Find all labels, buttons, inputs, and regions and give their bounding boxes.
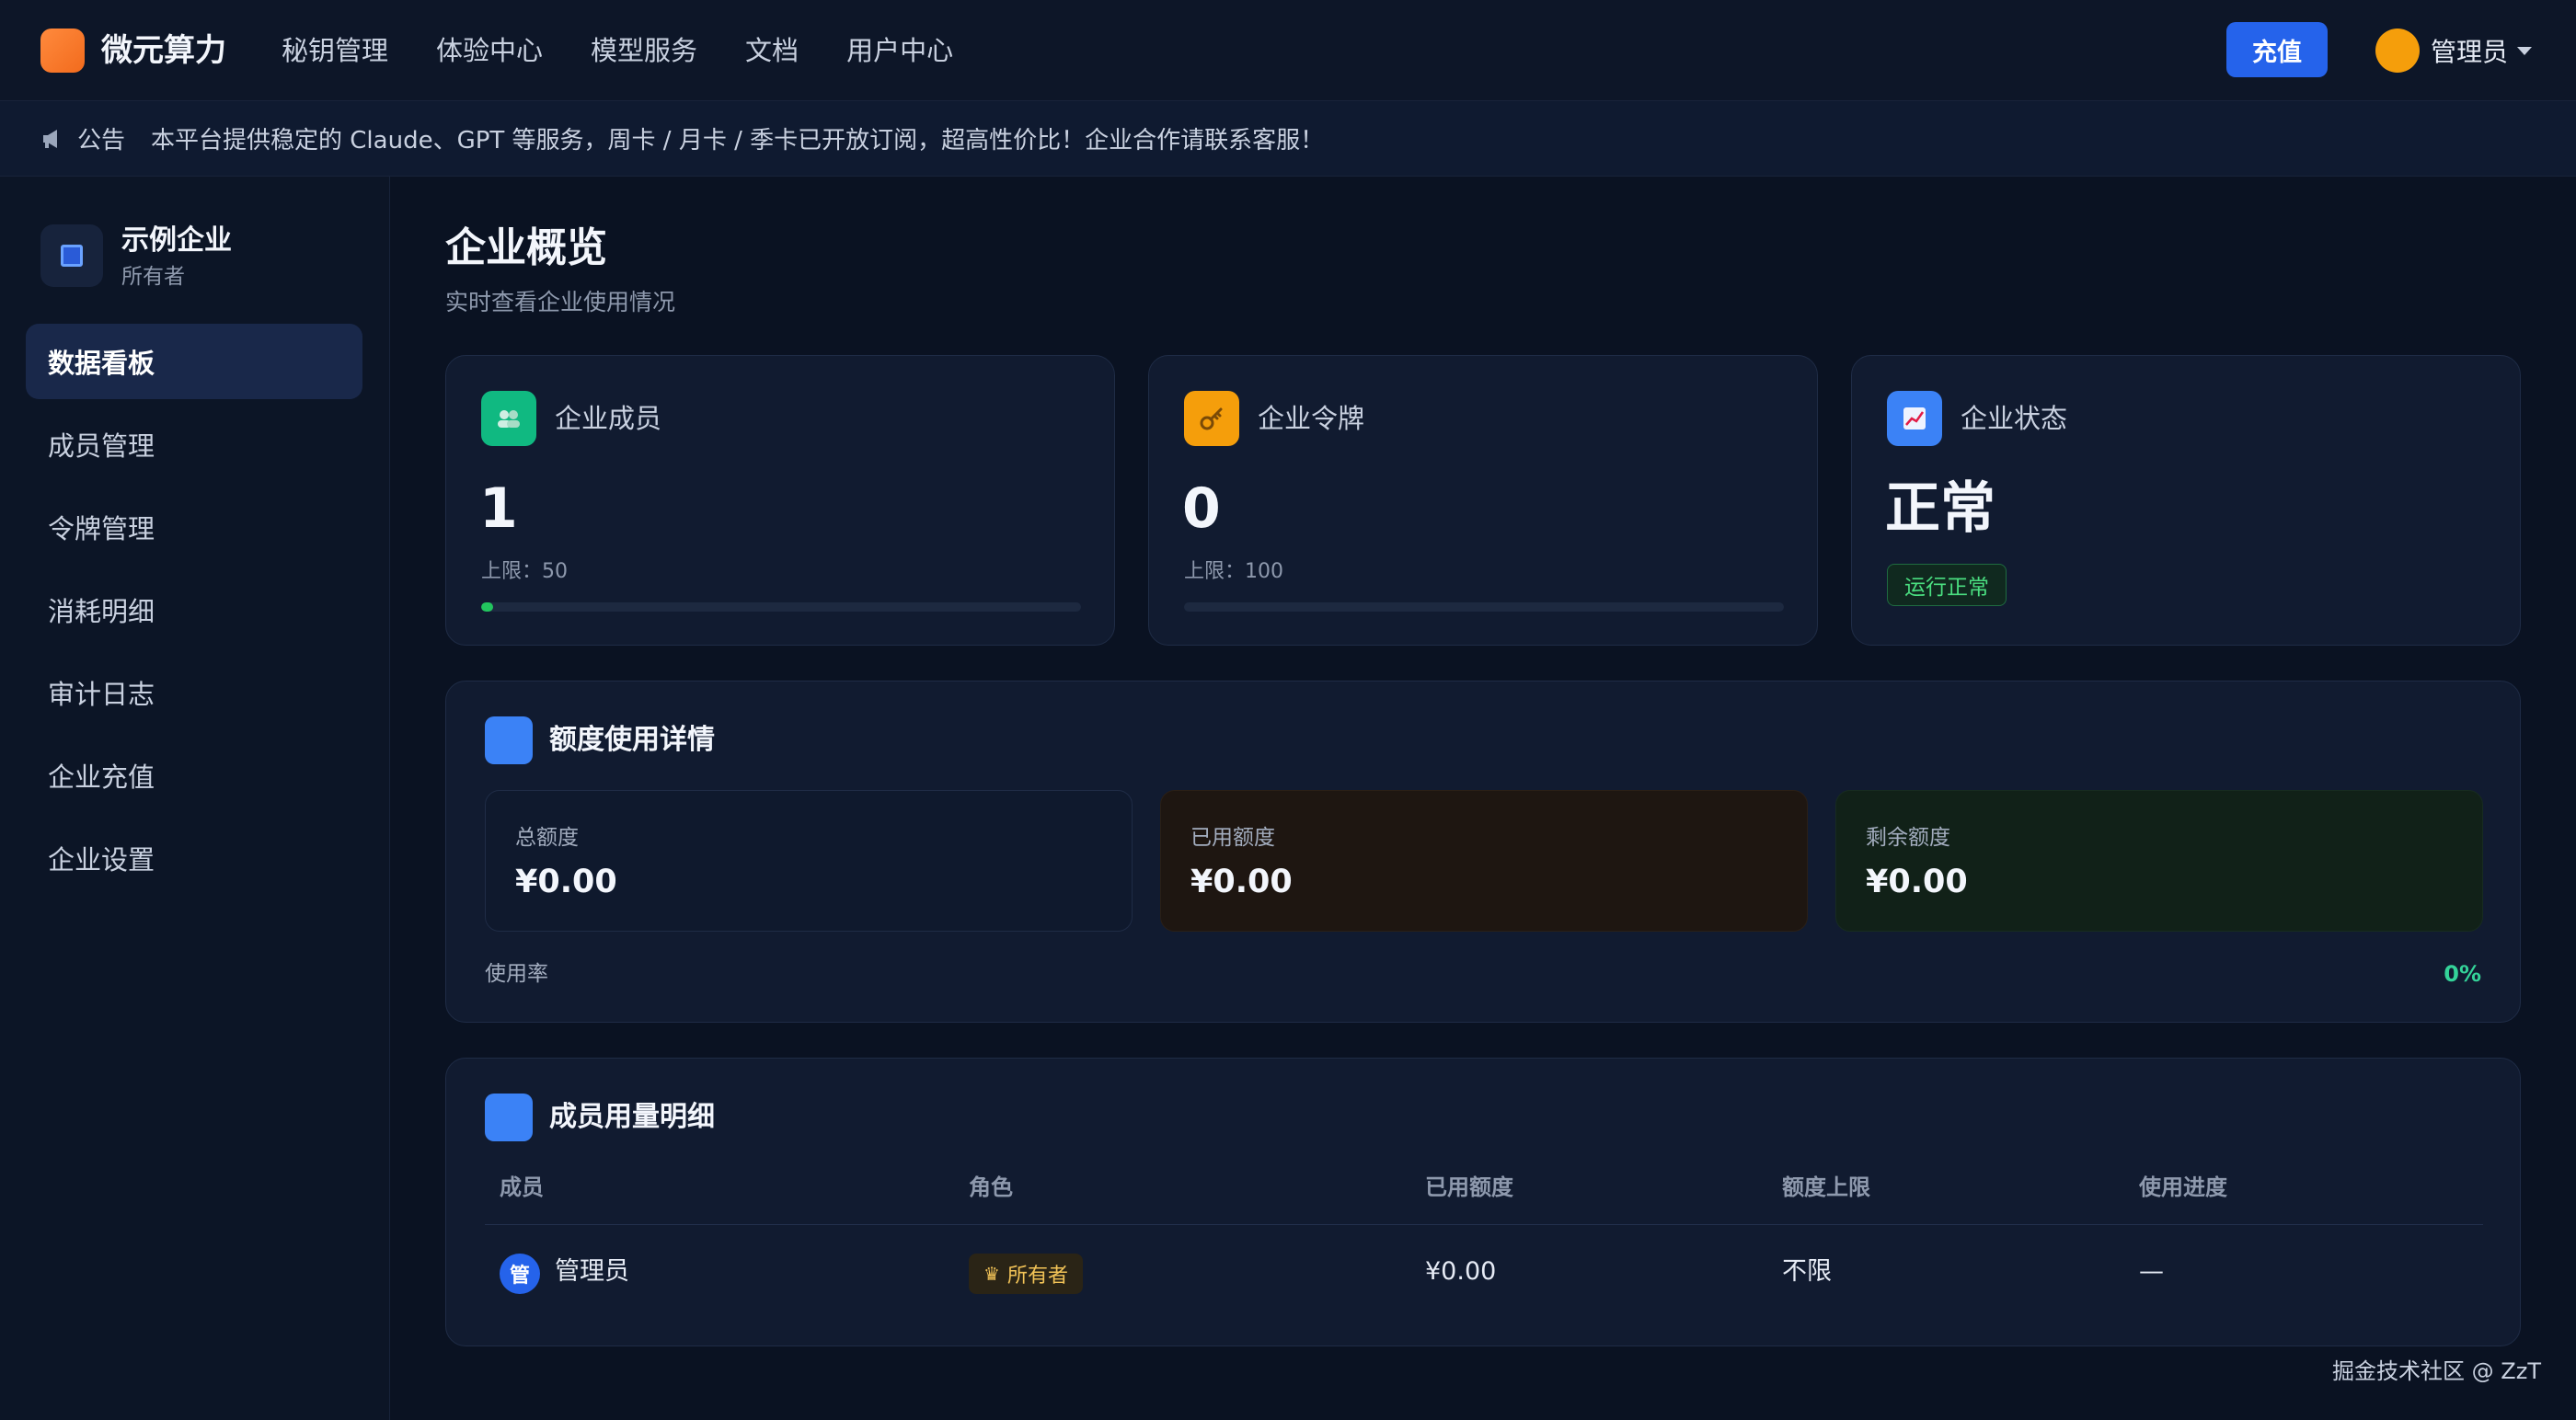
column-header-used: 已用额度 — [1425, 1174, 1513, 1200]
sidebar-menu: 数据看板 成员管理 令牌管理 消耗明细 审计日志 企业充值 企业设置 — [26, 324, 362, 903]
role-badge: ♛ 所有者 — [969, 1254, 1083, 1294]
member-usage-progress: — — [2139, 1257, 2164, 1286]
total-quota-value: ¥0.00 — [515, 864, 617, 900]
total-quota-box: 总额度 ¥0.00 — [485, 790, 1133, 932]
organization-icon — [40, 224, 103, 287]
page-subtitle: 实时查看企业使用情况 — [445, 289, 676, 315]
recharge-button[interactable]: 充值 — [2226, 22, 2328, 77]
sidebar-item-dashboard[interactable]: 数据看板 — [26, 324, 362, 399]
column-header-member: 成员 — [500, 1174, 544, 1200]
used-quota-box: 已用额度 ¥0.00 — [1160, 790, 1808, 932]
top-navbar: 微元算力 秘钥管理 体验中心 模型服务 文档 用户中心 充值 管理员 — [0, 0, 2576, 101]
tokens-count: 0 — [1182, 476, 1221, 541]
nav-item-docs[interactable]: 文档 — [745, 28, 799, 74]
sidebar: 示例企业 所有者 数据看板 成员管理 令牌管理 消耗明细 审计日志 企业充值 企… — [0, 177, 390, 1420]
remaining-quota-box: 剩余额度 ¥0.00 — [1835, 790, 2483, 932]
member-name: 管理员 — [555, 1257, 629, 1286]
user-menu[interactable]: 管理员 — [2375, 28, 2533, 74]
sidebar-item-members[interactable]: 成员管理 — [26, 407, 362, 482]
used-quota-label: 已用额度 — [1190, 826, 1275, 850]
status-card: 企业状态 正常 运行正常 — [1851, 355, 2521, 646]
member-usage-panel: 成员用量明细 成员 角色 已用额度 额度上限 使用进度 管 管理员 ♛ 所有者 … — [445, 1058, 2521, 1346]
column-header-role: 角色 — [969, 1174, 1013, 1200]
member-avatar: 管 — [500, 1254, 540, 1294]
announcement-bar: 公告 本平台提供稳定的 Claude、GPT 等服务，周卡 / 月卡 / 季卡已… — [0, 101, 2576, 177]
nav-item-models[interactable]: 模型服务 — [591, 28, 697, 74]
member-quota-limit: 不限 — [1782, 1257, 1832, 1286]
nav-item-playground[interactable]: 体验中心 — [436, 28, 543, 74]
chart-icon — [1887, 391, 1942, 446]
sidebar-item-consumption[interactable]: 消耗明细 — [26, 572, 362, 647]
announcement-text: 本平台提供稳定的 Claude、GPT 等服务，周卡 / 月卡 / 季卡已开放订… — [151, 127, 1325, 155]
members-limit: 上限：50 — [481, 560, 568, 583]
tokens-limit: 上限：100 — [1184, 560, 1283, 583]
sidebar-item-audit-log[interactable]: 审计日志 — [26, 655, 362, 730]
remaining-quota-value: ¥0.00 — [1866, 864, 1968, 900]
tokens-label: 企业令牌 — [1258, 403, 1365, 434]
member-used-quota: ¥0.00 — [1425, 1257, 1497, 1286]
organization-name: 示例企业 — [121, 224, 232, 257]
status-label: 企业状态 — [1961, 403, 2068, 434]
usage-rate-value: 0% — [2444, 961, 2481, 987]
users-icon — [481, 391, 536, 446]
remaining-quota-label: 剩余额度 — [1866, 826, 1950, 850]
tokens-card: 企业令牌 0 上限：100 — [1148, 355, 1818, 646]
avatar — [2375, 29, 2420, 73]
status-value: 正常 — [1885, 476, 1995, 541]
page-title: 企业概览 — [445, 224, 607, 271]
members-card: 企业成员 1 上限：50 — [445, 355, 1115, 646]
member-usage-title: 成员用量明细 — [549, 1101, 715, 1133]
crown-icon: ♛ — [983, 1263, 1000, 1285]
watermark: 掘金技术社区 @ ZzT — [2332, 1358, 2541, 1384]
quota-title: 额度使用详情 — [549, 724, 715, 756]
key-icon — [1184, 391, 1239, 446]
table-header-divider — [485, 1224, 2483, 1225]
column-header-limit: 额度上限 — [1782, 1174, 1870, 1200]
tokens-progress-bar — [1184, 602, 1784, 612]
megaphone-icon — [43, 129, 57, 148]
role-label: 所有者 — [1006, 1265, 1068, 1288]
sidebar-item-tokens[interactable]: 令牌管理 — [26, 489, 362, 565]
sidebar-item-settings[interactable]: 企业设置 — [26, 820, 362, 896]
used-quota-value: ¥0.00 — [1190, 864, 1293, 900]
quota-panel: 额度使用详情 总额度 ¥0.00 已用额度 ¥0.00 剩余额度 ¥0.00 使… — [445, 681, 2521, 1023]
nav-item-keys[interactable]: 秘钥管理 — [282, 28, 388, 74]
member-usage-icon — [485, 1094, 533, 1141]
column-header-progress: 使用进度 — [2139, 1174, 2227, 1200]
members-progress-fill — [481, 602, 494, 612]
total-quota-label: 总额度 — [515, 826, 579, 850]
logo-icon[interactable] — [40, 29, 85, 73]
nav-item-user-center[interactable]: 用户中心 — [846, 28, 953, 74]
members-count: 1 — [479, 476, 518, 541]
members-progress-bar — [481, 602, 1081, 612]
status-badge: 运行正常 — [1887, 564, 2007, 606]
main-nav: 秘钥管理 体验中心 模型服务 文档 用户中心 — [282, 28, 1001, 74]
members-label: 企业成员 — [555, 403, 662, 434]
quota-icon — [485, 716, 533, 764]
sidebar-item-recharge[interactable]: 企业充值 — [26, 738, 362, 813]
organization-role: 所有者 — [121, 265, 185, 289]
user-name: 管理员 — [2431, 37, 2509, 67]
chevron-down-icon — [2517, 46, 2533, 55]
brand-name[interactable]: 微元算力 — [101, 28, 226, 74]
usage-rate-label: 使用率 — [485, 962, 548, 986]
announcement-tag: 公告 — [77, 127, 126, 155]
